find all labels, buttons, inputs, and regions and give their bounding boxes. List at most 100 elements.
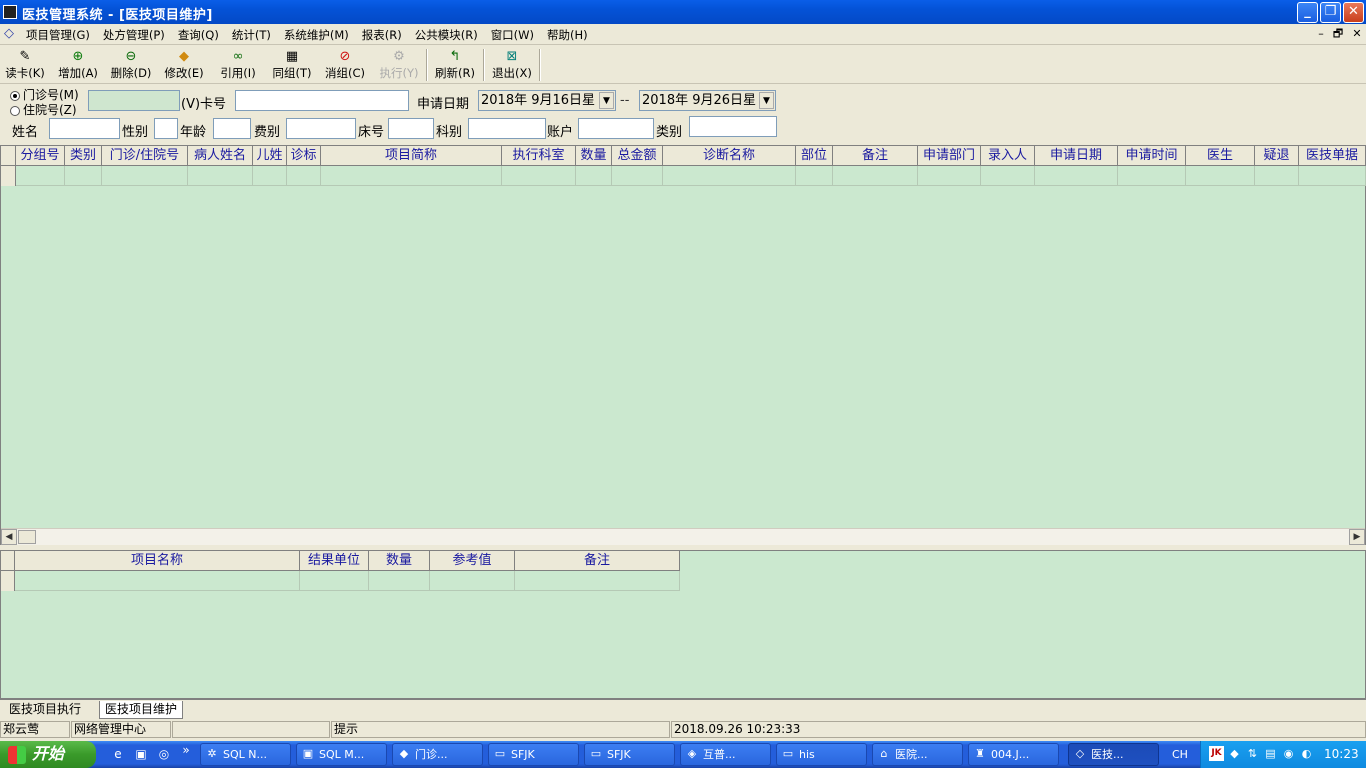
ungroup-button[interactable]: ⊘ 消组(C) (323, 48, 367, 82)
column-header[interactable]: 执行科室 (502, 146, 576, 166)
taskbar-button[interactable]: ▣ SQL M... (296, 743, 387, 766)
column-header[interactable]: 申请日期 (1035, 146, 1118, 166)
jk-icon[interactable]: JK (1209, 746, 1224, 761)
column-header[interactable]: 疑退 (1255, 146, 1299, 166)
taskbar-button[interactable]: ◈ 互普... (680, 743, 771, 766)
start-button[interactable]: 开始 (0, 741, 96, 768)
department-input[interactable] (468, 118, 546, 139)
detail-grid[interactable]: 项目名称 结果单位 数量 参考值 备注 (0, 550, 1366, 699)
category-input[interactable] (689, 116, 777, 137)
scroll-left-icon[interactable]: ◀ (1, 529, 17, 545)
menu-item-3[interactable]: 统计(T) (232, 27, 271, 43)
gender-input[interactable] (154, 118, 178, 139)
table-cell[interactable] (321, 166, 502, 186)
same-group-button[interactable]: ▦ 同组(T) (270, 48, 314, 82)
menu-item-5[interactable]: 报表(R) (362, 27, 402, 43)
table-cell[interactable] (1299, 166, 1366, 186)
date-to-picker[interactable]: 2018年 9月26日星 ▼ (639, 90, 776, 111)
table-cell[interactable] (16, 166, 65, 186)
table-cell[interactable] (15, 571, 300, 591)
clock[interactable]: 10:23 (1324, 747, 1359, 761)
tray-computer-icon[interactable]: ▤ (1263, 746, 1278, 761)
menu-item-7[interactable]: 窗口(W) (491, 27, 534, 43)
quicklaunch-more-icon[interactable]: » (178, 742, 194, 758)
table-row[interactable] (1, 571, 680, 591)
tab-execute[interactable]: 医技项目执行 (4, 701, 86, 719)
table-cell[interactable] (65, 166, 102, 186)
taskbar-button[interactable]: ♜ 004.J... (968, 743, 1059, 766)
app-icon[interactable] (3, 5, 17, 19)
language-indicator[interactable]: CH (1172, 748, 1188, 761)
age-input[interactable] (213, 118, 251, 139)
mdi-child-icon[interactable]: ◇ (4, 27, 18, 41)
date-to-dropdown-icon[interactable]: ▼ (759, 92, 774, 109)
column-header[interactable]: 数量 (576, 146, 612, 166)
menu-item-1[interactable]: 处方管理(P) (103, 27, 165, 43)
menu-item-0[interactable]: 项目管理(G) (26, 27, 90, 43)
delete-button[interactable]: ⊖ 删除(D) (109, 48, 153, 82)
name-input[interactable] (49, 118, 120, 139)
exit-button[interactable]: ⊠ 退出(X) (490, 48, 534, 82)
mdi-minimize-button[interactable]: – (1314, 26, 1328, 41)
reference-button[interactable]: ∞ 引用(I) (216, 48, 260, 82)
column-header[interactable]: 类别 (65, 146, 102, 166)
taskbar-button[interactable]: ✲ SQL N... (200, 743, 291, 766)
table-cell[interactable] (253, 166, 287, 186)
add-button[interactable]: ⊕ 增加(A) (56, 48, 100, 82)
network-icon[interactable]: ◎ (156, 746, 172, 762)
menu-item-2[interactable]: 查询(Q) (178, 27, 219, 43)
table-cell[interactable] (300, 571, 369, 591)
column-header[interactable]: 儿姓 (253, 146, 287, 166)
table-cell[interactable] (502, 166, 576, 186)
table-cell[interactable] (796, 166, 833, 186)
paint-icon[interactable]: ▣ (133, 746, 149, 762)
minimize-button[interactable]: _ (1297, 2, 1318, 23)
table-cell[interactable] (369, 571, 430, 591)
table-cell[interactable] (576, 166, 612, 186)
scroll-right-icon[interactable]: ▶ (1349, 529, 1365, 545)
taskbar-button[interactable]: ◆ 门诊... (392, 743, 483, 766)
bed-number-input[interactable] (388, 118, 434, 139)
taskbar-button[interactable]: ▭ SFJK (488, 743, 579, 766)
table-cell[interactable] (1035, 166, 1118, 186)
tray-security-icon[interactable]: ◐ (1299, 746, 1314, 761)
column-header[interactable]: 录入人 (981, 146, 1035, 166)
column-header[interactable]: 部位 (796, 146, 833, 166)
column-header[interactable]: 总金额 (612, 146, 663, 166)
ie-icon[interactable]: e (110, 746, 126, 762)
table-row[interactable] (1, 166, 1366, 186)
menu-item-8[interactable]: 帮助(H) (547, 27, 588, 43)
column-header[interactable]: 结果单位 (300, 551, 369, 571)
tray-sound-icon[interactable]: ◉ (1281, 746, 1296, 761)
execute-button[interactable]: ⚙ 执行(Y) (377, 48, 421, 82)
column-header[interactable]: 申请部门 (918, 146, 981, 166)
restore-button[interactable]: ❐ (1320, 2, 1341, 23)
table-cell[interactable] (430, 571, 515, 591)
table-cell[interactable] (833, 166, 918, 186)
row-selector[interactable] (1, 571, 15, 591)
main-grid[interactable]: 分组号 类别 门诊/住院号 病人姓名 儿姓 诊标 项目简称 执行科室 数量 总金额 诊断名称 部位 备注… (0, 145, 1366, 545)
taskbar-button[interactable]: ▭ his (776, 743, 867, 766)
column-header[interactable]: 申请时间 (1118, 146, 1186, 166)
column-header[interactable]: 数量 (369, 551, 430, 571)
column-header[interactable]: 医技单据 (1299, 146, 1366, 166)
table-cell[interactable] (102, 166, 188, 186)
taskbar-button[interactable]: ▭ SFJK (584, 743, 675, 766)
table-cell[interactable] (981, 166, 1035, 186)
taskbar-button[interactable]: ⌂ 医院... (872, 743, 963, 766)
table-cell[interactable] (1186, 166, 1255, 186)
column-header[interactable]: 医生 (1186, 146, 1255, 166)
tray-app-icon[interactable]: ◆ (1227, 746, 1242, 761)
column-header[interactable]: 分组号 (16, 146, 65, 166)
account-input[interactable] (578, 118, 654, 139)
column-header[interactable]: 项目名称 (15, 551, 300, 571)
table-cell[interactable] (287, 166, 321, 186)
column-header[interactable]: 诊标 (287, 146, 321, 166)
table-cell[interactable] (612, 166, 663, 186)
column-header[interactable]: 备注 (833, 146, 918, 166)
column-header[interactable]: 病人姓名 (188, 146, 253, 166)
menu-item-6[interactable]: 公共模块(R) (415, 27, 478, 43)
horizontal-scrollbar[interactable]: ◀ ▶ (1, 528, 1365, 545)
menu-item-4[interactable]: 系统维护(M) (284, 27, 349, 43)
column-header[interactable]: 门诊/住院号 (102, 146, 188, 166)
